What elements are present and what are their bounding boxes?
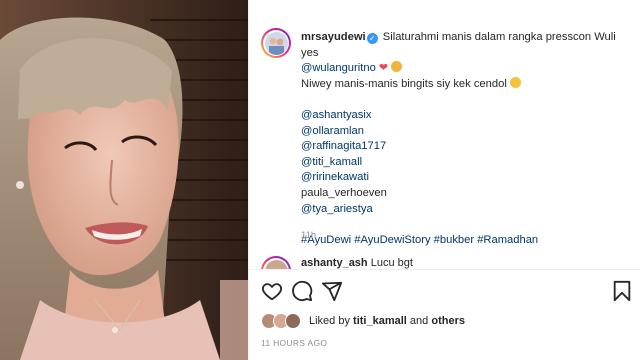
- liker-username[interactable]: titi_kamall: [353, 315, 407, 327]
- mention-link[interactable]: @ririnekawati: [301, 170, 631, 186]
- mention-link[interactable]: @ashantyasix: [301, 108, 631, 124]
- caption-text-line: Niwey manis-manis bingits siy kek cendol: [301, 77, 507, 90]
- caption-age: 11h: [301, 230, 317, 241]
- comment-text: Lucu bgt: [370, 257, 413, 269]
- author-avatar-image: [264, 31, 288, 55]
- post-panel: mrsayudewi ✓ Silaturahmi manis dalam rang…: [248, 0, 640, 360]
- heart-emoji-icon: ❤: [378, 62, 389, 75]
- heart-icon[interactable]: [261, 280, 283, 302]
- post-media[interactable]: [0, 0, 248, 360]
- plain-mention-text: paula_verhoeven: [301, 186, 387, 199]
- next-comment: ashanty_ash Lucu bgt: [301, 257, 413, 269]
- hashtags[interactable]: #AyuDewi #AyuDewiStory #bukber #Ramadhan: [301, 233, 631, 249]
- bookmark-icon[interactable]: [611, 280, 633, 302]
- share-icon[interactable]: [321, 280, 343, 302]
- commenter-username[interactable]: ashanty_ash: [301, 257, 368, 269]
- post-photo: [0, 0, 248, 360]
- mention-link[interactable]: @titi_kamall: [301, 155, 631, 171]
- likes-others-link[interactable]: others: [431, 315, 465, 327]
- post-actions: [261, 280, 633, 302]
- commenter-avatar[interactable]: [261, 256, 291, 269]
- likes-row: Liked by titi_kamall and others: [261, 312, 633, 330]
- grin-emoji-icon: [509, 76, 521, 88]
- comments-section[interactable]: mrsayudewi ✓ Silaturahmi manis dalam rang…: [249, 0, 640, 270]
- post-caption: mrsayudewi ✓ Silaturahmi manis dalam rang…: [301, 30, 631, 248]
- face-emoji-icon: [391, 61, 403, 73]
- comment-icon[interactable]: [291, 280, 313, 302]
- liker-avatars: [261, 313, 305, 329]
- author-avatar[interactable]: [261, 28, 291, 58]
- likes-prefix: Liked by: [309, 315, 350, 327]
- mention-link[interactable]: @raffinagita1717: [301, 139, 631, 155]
- author-username[interactable]: mrsayudewi: [301, 31, 366, 43]
- mention-link[interactable]: @ollaramlan: [301, 124, 631, 140]
- mention-link[interactable]: @tya_ariestya: [301, 202, 631, 218]
- likes-middle: and: [409, 315, 429, 327]
- verified-badge-icon: ✓: [366, 33, 378, 44]
- caption-mention[interactable]: @wulanguritno: [301, 62, 376, 74]
- post-timestamp: 11 HOURS AGO: [261, 338, 328, 348]
- liker-avatar: [285, 313, 301, 329]
